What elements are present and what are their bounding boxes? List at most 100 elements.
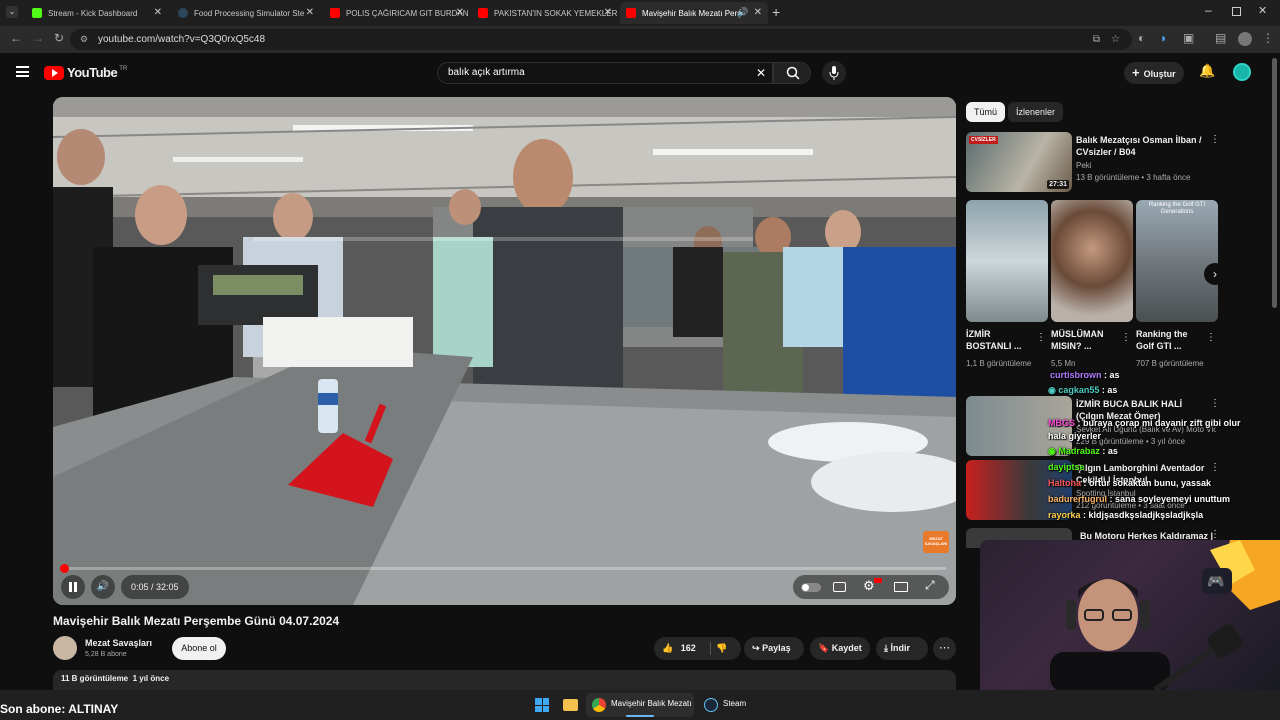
taskbar-steam-item[interactable]: Steam [700,693,750,717]
fullscreen-icon[interactable]: ⤢ [925,578,935,593]
tab-search-icon[interactable]: ⌄ [6,6,18,18]
more-options-icon[interactable]: ⋮ [1210,529,1220,540]
more-options-icon[interactable]: ⋮ [1121,332,1131,343]
extensions-puzzle-icon[interactable]: ▣ [1183,31,1194,45]
minimize-window-button[interactable]: – [1205,3,1212,17]
progress-bar[interactable] [60,564,946,573]
clear-search-icon[interactable]: ✕ [756,63,766,83]
install-icon[interactable]: ⧉ [1093,29,1100,50]
more-options-icon[interactable]: ⋮ [1210,134,1220,145]
tab-title: Food Processing Simulator Ste [194,8,305,18]
windows-start-icon[interactable] [535,698,549,712]
site-info-icon[interactable]: ⚙ [80,29,88,50]
more-actions-button[interactable]: ⋯ [933,637,956,660]
right-controls: ⚙ ⤢ [793,575,949,599]
close-tab-icon[interactable]: ✕ [154,7,162,18]
youtube-header: YouTube TR balık açık artırma ✕ + Oluştur… [0,53,1280,93]
video-duration: 27:31 [1047,180,1069,189]
bookmark-star-icon[interactable]: ☆ [1111,29,1120,50]
subtitles-icon[interactable] [833,582,846,592]
like-dislike-group: 👍 162 👎 [654,637,741,660]
youtube-logo[interactable]: YouTube TR [44,65,127,80]
address-bar[interactable]: ⚙ youtube.com/watch?v=Q3Q0rxQ5c48 ⧉ ☆ [70,29,1132,50]
save-button[interactable]: 🔖 Kaydet [810,637,870,660]
tab-youtube-pakistan[interactable]: PAKISTAN'IN SOKAK YEMEKLERI ✕ [472,2,618,24]
account-avatar[interactable] [1233,63,1251,81]
create-button[interactable]: + Oluştur [1124,62,1184,84]
chat-message: rayorka : kldjşasdkşsladjkşsladjkşla [1048,510,1204,520]
video-player[interactable]: MEZAT SAVAŞLARI 🔊 0:05 / 32:05 ⚙ ⤢ [53,97,956,605]
tab-youtube-police[interactable]: POLIS ÇAĞIRICAM GIT BURDAN ✕ [324,2,470,24]
notifications-bell-icon[interactable]: 🔔 [1199,63,1215,79]
short-video[interactable]: İZMİR BOSTANLI ... 1,1 B görüntüleme ⋮ [966,200,1048,380]
description-box[interactable]: 11 B görüntüleme 1 yıl önce [53,670,956,690]
more-options-icon[interactable]: ⋮ [1210,398,1220,409]
tab-youtube-active[interactable]: Mavişehir Balık Mezatı Perş 🔊 ✕ [620,2,768,24]
page-scrollbar[interactable] [1272,58,1277,308]
taskbar-chrome-item[interactable]: Mavişehir Balık Mezatı P [586,693,694,717]
channel-avatar[interactable] [53,636,77,660]
more-options-icon[interactable]: ⋮ [1210,462,1220,473]
extension-icon[interactable]: ◐ [1138,31,1145,45]
back-icon[interactable]: ← [10,31,22,45]
new-tab-button[interactable]: + [772,4,780,20]
pause-icon [69,582,72,592]
short-video[interactable]: MÜSLÜMAN MISIN? ... 5,5 Mn ⋮ [1051,200,1133,380]
tab-kick-dashboard[interactable]: Stream - Kick Dashboard ✕ [26,2,168,24]
sidebar-toggle-icon[interactable]: ▤ [1215,31,1226,45]
volume-button[interactable]: 🔊 [91,575,115,599]
microphone-icon [829,66,839,80]
close-tab-icon[interactable]: ✕ [754,7,762,18]
short-title: Ranking the Golf GTI ... [1136,329,1188,351]
search-button[interactable] [773,62,811,84]
shorts-next-button[interactable]: › [1204,263,1226,285]
last-subscriber-banner: Son abone: ALTINAY [0,702,119,716]
browser-menu-icon[interactable]: ⋮ [1262,31,1274,45]
autoplay-toggle[interactable] [801,583,821,592]
voice-search-button[interactable] [822,61,846,85]
speaker-icon[interactable]: 🔊 [737,7,748,18]
scrubber-handle[interactable] [60,564,69,573]
close-tab-icon[interactable]: ✕ [456,7,464,18]
kick-favicon-icon [32,8,42,18]
chip-all[interactable]: Tümü [966,102,1006,122]
chrome-icon [592,698,606,712]
channel-name[interactable]: Mezat Savaşları [85,638,152,648]
svg-text:🎮: 🎮 [1207,574,1224,590]
dislike-button[interactable]: 👎 [716,637,727,660]
more-options-icon[interactable]: ⋮ [1206,332,1216,343]
reload-icon[interactable]: ↻ [54,31,64,45]
play-pause-button[interactable] [61,575,85,599]
time-display: 0:05 / 32:05 [121,575,189,599]
download-button[interactable]: ⤓ İndir [876,637,928,660]
search-input[interactable]: balık açık artırma ✕ [437,62,773,84]
hamburger-menu-icon[interactable] [16,66,29,77]
more-options-icon[interactable]: ⋮ [1036,332,1046,343]
tab-steam-store[interactable]: Food Processing Simulator Ste ✕ [172,2,320,24]
theater-mode-icon[interactable] [894,582,908,592]
channel-watermark[interactable]: MEZAT SAVAŞLARI [923,531,949,553]
close-tab-icon[interactable]: ✕ [604,7,612,18]
maximize-window-button[interactable] [1232,7,1241,16]
like-button[interactable]: 👍 162 [662,637,696,660]
subscribe-button[interactable]: Abone ol [172,637,226,660]
chip-watched[interactable]: İzlenenler [1008,102,1064,122]
file-explorer-icon[interactable] [563,699,578,711]
profile-avatar[interactable] [1238,32,1252,46]
close-window-button[interactable]: ✕ [1258,4,1267,17]
chat-message: curtisbrown : as [1050,370,1120,380]
views-and-date: 11 B görüntüleme 1 yıl önce [61,674,170,683]
thumbnail-badge: CVSİZLER [969,136,998,144]
close-tab-icon[interactable]: ✕ [306,7,314,18]
recommended-video[interactable]: CVSİZLER 27:31 Balık Mezatçısı Osman İlb… [966,132,1270,194]
forward-icon[interactable]: → [32,31,44,45]
short-video[interactable]: Ranking the Golf GTI Generations Ranking… [1136,200,1218,380]
youtube-favicon-icon [330,8,340,18]
youtube-play-icon [44,65,64,80]
settings-gear-icon[interactable]: ⚙ [863,578,875,594]
extension-icon[interactable]: ◗ [1160,31,1167,45]
share-button[interactable]: ↪ Paylaş [744,637,804,660]
subscriber-count: 5,28 B abone [85,651,127,658]
like-count: 162 [680,643,696,653]
short-thumbnail: Ranking the Golf GTI Generations [1136,200,1218,322]
